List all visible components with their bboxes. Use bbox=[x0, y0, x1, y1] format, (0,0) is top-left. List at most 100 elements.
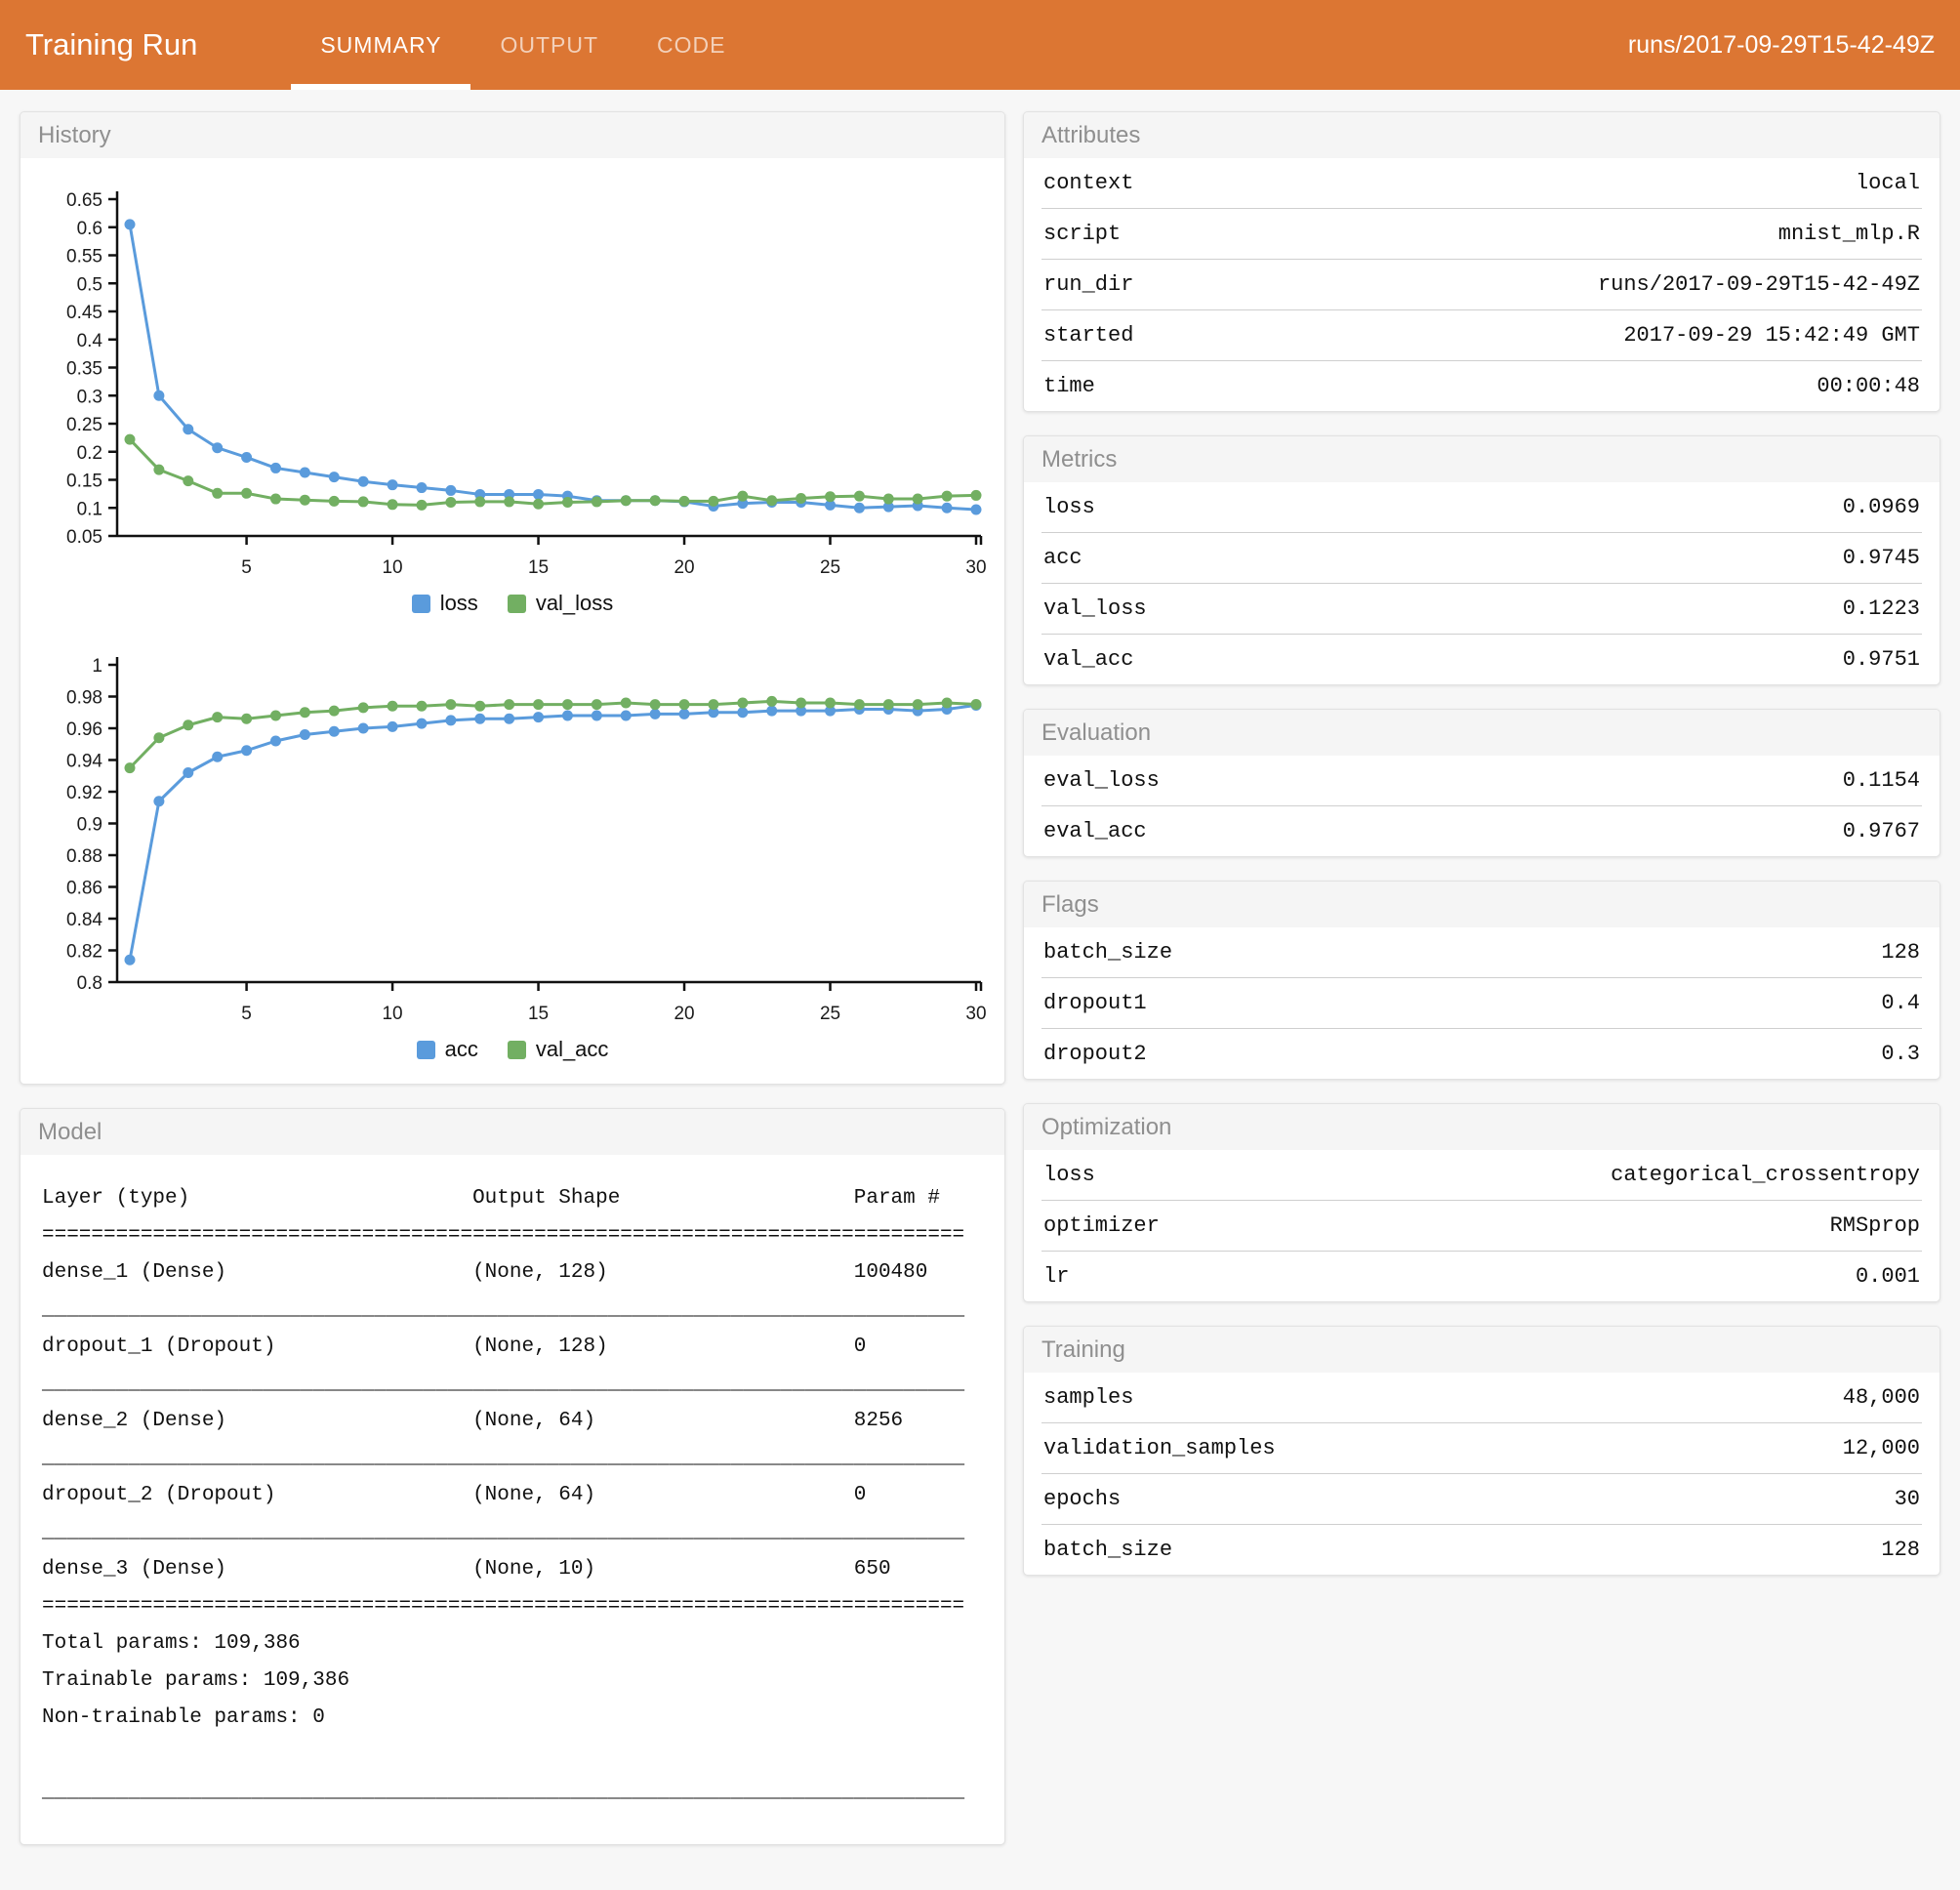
kv-value: 30 bbox=[1895, 1487, 1920, 1511]
kv-row-batch_size: batch_size 128 bbox=[1041, 1524, 1922, 1575]
kv-value: 0.1223 bbox=[1843, 596, 1920, 621]
tab-summary[interactable]: SUMMARY bbox=[291, 0, 470, 90]
kv-rows: losscategorical_crossentropyoptimizerRMS… bbox=[1024, 1150, 1940, 1301]
kv-label: val_acc bbox=[1043, 647, 1133, 672]
run-id-label: runs/2017-09-29T15-42-49Z bbox=[1628, 31, 1935, 60]
kv-label: run_dir bbox=[1043, 272, 1133, 297]
svg-text:5: 5 bbox=[241, 557, 252, 578]
kv-label: eval_loss bbox=[1043, 768, 1160, 793]
legend-item-acc: acc bbox=[417, 1037, 478, 1062]
kv-value: 0.9751 bbox=[1843, 647, 1920, 672]
kv-row-context: contextlocal bbox=[1041, 158, 1922, 208]
kv-rows: contextlocalscriptmnist_mlp.Rrun_dirruns… bbox=[1024, 158, 1940, 411]
kv-row-optimizer: optimizerRMSprop bbox=[1041, 1200, 1922, 1251]
legend-label: acc bbox=[445, 1037, 478, 1062]
kv-row-script: scriptmnist_mlp.R bbox=[1041, 208, 1922, 259]
svg-text:0.96: 0.96 bbox=[66, 719, 102, 740]
svg-text:0.94: 0.94 bbox=[66, 752, 102, 772]
panel-training: Trainingsamples48,000validation_samples1… bbox=[1023, 1326, 1940, 1576]
kv-value: 0.001 bbox=[1856, 1264, 1920, 1289]
kv-label: lr bbox=[1043, 1264, 1069, 1289]
kv-value: 00:00:48 bbox=[1817, 374, 1920, 398]
acc-chart-container: 10.980.960.940.920.90.880.860.840.820.85… bbox=[20, 637, 1004, 1033]
svg-text:0.88: 0.88 bbox=[66, 846, 102, 867]
kv-row-batch_size: batch_size 128 bbox=[1041, 927, 1922, 977]
svg-text:0.25: 0.25 bbox=[66, 415, 102, 435]
svg-text:0.8: 0.8 bbox=[77, 973, 102, 994]
svg-text:0.6: 0.6 bbox=[77, 219, 102, 239]
kv-label: dropout2 bbox=[1043, 1042, 1147, 1066]
kv-row-val_loss: val_loss 0.1223 bbox=[1041, 583, 1922, 634]
kv-label: script bbox=[1043, 222, 1121, 246]
model-panel: Model Layer (type) Output Shape Param # … bbox=[20, 1108, 1005, 1845]
svg-text:0.86: 0.86 bbox=[66, 879, 102, 899]
kv-label: started bbox=[1043, 323, 1133, 348]
kv-label: dropout1 bbox=[1043, 991, 1147, 1015]
kv-label: optimizer bbox=[1043, 1213, 1160, 1238]
kv-row-loss: loss0.0969 bbox=[1041, 482, 1922, 532]
kv-value: 0.9745 bbox=[1843, 546, 1920, 570]
kv-row-lr: lr 0.001 bbox=[1041, 1251, 1922, 1301]
svg-text:10: 10 bbox=[382, 557, 402, 578]
kv-value: 0.3 bbox=[1881, 1042, 1920, 1066]
kv-row-validation_samples: validation_samples12,000 bbox=[1041, 1422, 1922, 1473]
panel-title-flags: Flags bbox=[1024, 882, 1940, 927]
kv-value: categorical_crossentropy bbox=[1611, 1163, 1920, 1187]
kv-label: eval_acc bbox=[1043, 819, 1147, 843]
kv-value: 0.9767 bbox=[1843, 819, 1920, 843]
app-title: Training Run bbox=[25, 27, 197, 62]
kv-label: time bbox=[1043, 374, 1095, 398]
panel-title-attributes: Attributes bbox=[1024, 112, 1940, 158]
kv-row-loss: losscategorical_crossentropy bbox=[1041, 1150, 1922, 1200]
model-panel-title: Model bbox=[20, 1109, 1004, 1155]
kv-value: 12,000 bbox=[1843, 1436, 1920, 1460]
legend-item-val_acc: val_acc bbox=[508, 1037, 609, 1062]
svg-text:0.5: 0.5 bbox=[77, 274, 102, 295]
kv-row-epochs: epochs30 bbox=[1041, 1473, 1922, 1524]
panel-optimization: Optimizationlosscategorical_crossentropy… bbox=[1023, 1103, 1940, 1302]
svg-text:0.3: 0.3 bbox=[77, 387, 102, 407]
svg-text:0.05: 0.05 bbox=[66, 527, 102, 548]
panel-metrics: Metricsloss0.0969acc0.9745val_loss0.1223… bbox=[1023, 435, 1940, 685]
app-header: Training Run SUMMARYOUTPUTCODE runs/2017… bbox=[0, 0, 1960, 90]
kv-row-samples: samples48,000 bbox=[1041, 1373, 1922, 1422]
legend-item-val_loss: val_loss bbox=[508, 591, 613, 616]
history-panel: History 0.650.60.550.50.450.40.350.30.25… bbox=[20, 111, 1005, 1085]
kv-row-run_dir: run_dirruns/2017-09-29T15-42-49Z bbox=[1041, 259, 1922, 309]
kv-label: batch_size bbox=[1043, 940, 1172, 965]
svg-text:0.84: 0.84 bbox=[66, 910, 102, 930]
kv-row-time: time 00:00:48 bbox=[1041, 360, 1922, 411]
panel-attributes: Attributescontextlocalscriptmnist_mlp.Rr… bbox=[1023, 111, 1940, 412]
history-panel-title: History bbox=[20, 112, 1004, 158]
kv-row-started: started2017-09-29 15:42:49 GMT bbox=[1041, 309, 1922, 360]
svg-text:0.45: 0.45 bbox=[66, 303, 102, 323]
svg-text:30: 30 bbox=[965, 1004, 986, 1024]
svg-text:5: 5 bbox=[241, 1004, 252, 1024]
svg-text:0.65: 0.65 bbox=[66, 190, 102, 211]
svg-text:0.98: 0.98 bbox=[66, 688, 102, 709]
kv-rows: eval_loss0.1154eval_acc0.9767 bbox=[1024, 756, 1940, 856]
svg-text:15: 15 bbox=[528, 1004, 549, 1024]
left-column: History 0.650.60.550.50.450.40.350.30.25… bbox=[20, 111, 1005, 1869]
kv-value: 0.4 bbox=[1881, 991, 1920, 1015]
svg-text:25: 25 bbox=[820, 1004, 840, 1024]
svg-text:0.55: 0.55 bbox=[66, 247, 102, 267]
loss-line-chart: 0.650.60.550.50.450.40.350.30.250.20.150… bbox=[24, 170, 1000, 578]
tab-output[interactable]: OUTPUT bbox=[470, 0, 628, 90]
kv-value: local bbox=[1856, 171, 1920, 195]
kv-row-acc: acc 0.9745 bbox=[1041, 532, 1922, 583]
loss-chart-legend: loss val_loss bbox=[20, 587, 1004, 637]
svg-text:0.9: 0.9 bbox=[77, 815, 102, 836]
kv-label: batch_size bbox=[1043, 1538, 1172, 1562]
tab-code[interactable]: CODE bbox=[628, 0, 755, 90]
svg-text:15: 15 bbox=[528, 557, 549, 578]
kv-value: 128 bbox=[1881, 1538, 1920, 1562]
legend-item-loss: loss bbox=[412, 591, 478, 616]
right-column: Attributescontextlocalscriptmnist_mlp.Rr… bbox=[1023, 111, 1940, 1599]
kv-label: acc bbox=[1043, 546, 1082, 570]
kv-value: 128 bbox=[1881, 940, 1920, 965]
svg-text:10: 10 bbox=[382, 1004, 402, 1024]
kv-label: val_loss bbox=[1043, 596, 1147, 621]
legend-label: val_acc bbox=[536, 1037, 609, 1062]
legend-label: loss bbox=[440, 591, 478, 616]
